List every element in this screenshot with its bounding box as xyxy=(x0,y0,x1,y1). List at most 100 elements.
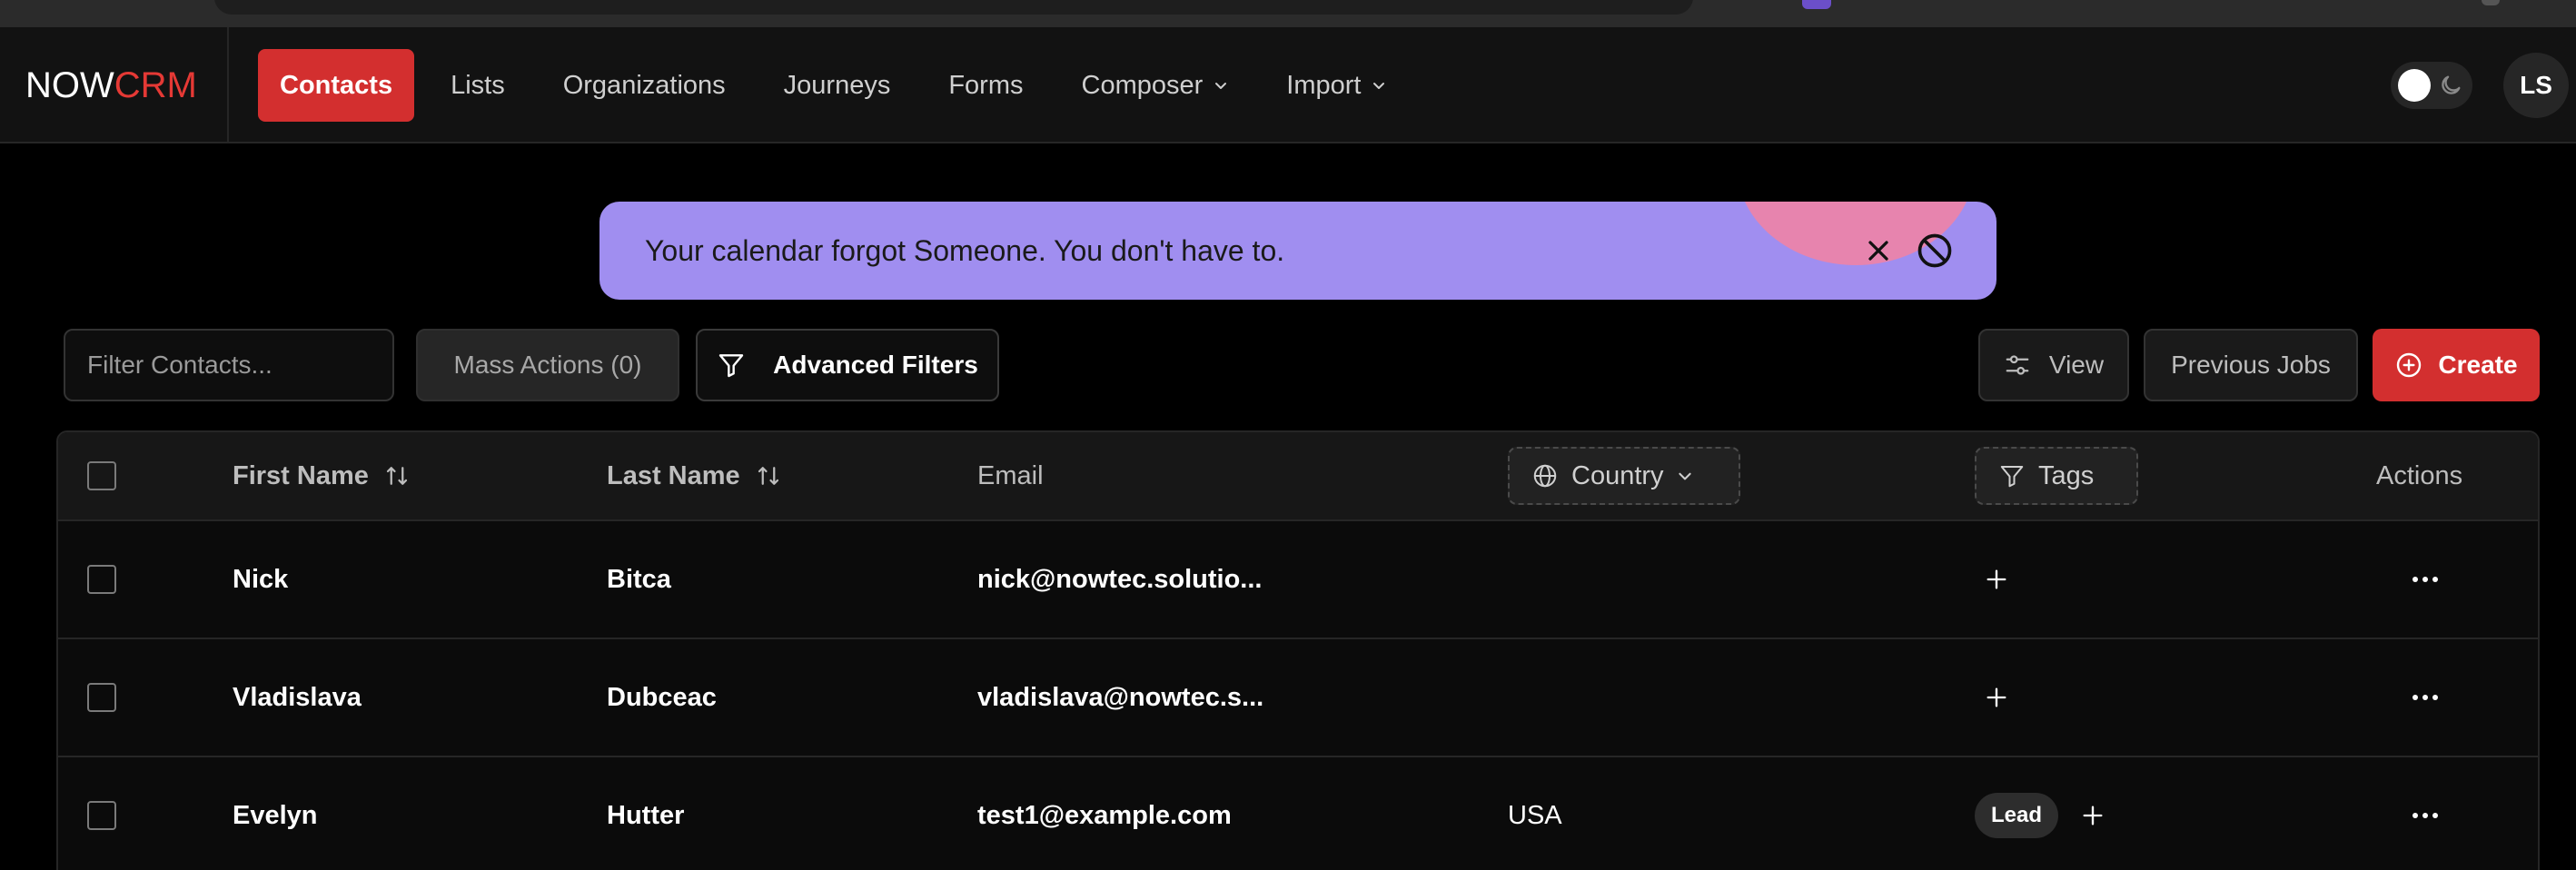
column-last-name[interactable]: Last Name xyxy=(607,432,782,519)
actions-cell xyxy=(2411,757,2440,870)
nav-item-lists[interactable]: Lists xyxy=(429,49,527,122)
nav-item-import[interactable]: Import xyxy=(1264,49,1408,122)
extension-icon[interactable] xyxy=(1802,0,1831,9)
chevron-down-icon xyxy=(1372,78,1386,93)
banner-message: Your calendar forgot Someone. You don't … xyxy=(645,234,1285,267)
row-select-cell xyxy=(87,757,116,870)
avatar-initials: LS xyxy=(2520,71,2552,99)
nav-item-label: Composer xyxy=(1081,70,1204,100)
nav-item-contacts[interactable]: Contacts xyxy=(258,49,415,122)
mass-actions-label: Mass Actions (0) xyxy=(453,351,642,379)
app-header: NOWCRM Contacts Lists Organizations Jour… xyxy=(0,27,2576,143)
theme-toggle[interactable] xyxy=(2391,62,2472,109)
chevron-down-icon xyxy=(1677,468,1693,484)
plus-circle-icon xyxy=(2394,351,2423,380)
sort-icon[interactable] xyxy=(755,462,782,489)
filter-contacts-input[interactable] xyxy=(64,329,394,401)
moon-icon xyxy=(2438,73,2463,103)
create-button[interactable]: Create xyxy=(2373,329,2540,401)
view-label: View xyxy=(2048,351,2105,379)
email-cell: nick@nowtec.solutio... xyxy=(977,564,1263,594)
select-all-cell xyxy=(87,432,116,519)
first-name-cell: Evelyn xyxy=(233,800,318,830)
last-name-cell: Dubceac xyxy=(607,682,717,712)
column-first-name[interactable]: First Name xyxy=(233,432,411,519)
header-divider xyxy=(227,27,229,143)
column-label: Last Name xyxy=(607,460,740,490)
table-row[interactable]: Vladislava Dubceac vladislava@nowtec.s..… xyxy=(58,639,2538,757)
tags-cell: Lead xyxy=(1975,757,2105,870)
column-label: Actions xyxy=(2376,460,2463,490)
nav-item-journeys[interactable]: Journeys xyxy=(762,49,913,122)
table-header: First Name Last Name Email Country Tags … xyxy=(58,432,2538,521)
nav-item-label: Organizations xyxy=(562,70,726,100)
promo-banner: Your calendar forgot Someone. You don't … xyxy=(599,202,1996,300)
logo-now-text: NOW xyxy=(25,65,114,105)
more-actions-icon[interactable] xyxy=(2411,810,2440,821)
actions-cell xyxy=(2411,521,2440,638)
nav-item-composer[interactable]: Composer xyxy=(1060,49,1251,122)
nav-item-organizations[interactable]: Organizations xyxy=(541,49,748,122)
browser-top-bar xyxy=(0,0,2576,27)
previous-jobs-label: Previous Jobs xyxy=(2171,351,2331,379)
column-email: Email xyxy=(977,432,1044,519)
column-country: Country xyxy=(1508,432,1740,519)
logo-crm-text: CRM xyxy=(114,65,197,105)
sliders-icon xyxy=(2004,351,2031,379)
table-row[interactable]: Nick Bitca nick@nowtec.solutio... xyxy=(58,521,2538,639)
filter-icon xyxy=(717,351,746,380)
more-actions-icon[interactable] xyxy=(2411,574,2440,585)
email-cell: test1@example.com xyxy=(977,800,1232,830)
advanced-filters-label: Advanced Filters xyxy=(773,351,978,379)
first-name-cell: Vladislava xyxy=(233,682,362,712)
row-checkbox[interactable] xyxy=(87,565,116,594)
toggle-knob xyxy=(2398,69,2431,102)
table-row[interactable]: Evelyn Hutter test1@example.com USA Lead xyxy=(58,757,2538,870)
app-logo[interactable]: NOWCRM xyxy=(25,65,197,106)
column-tags: Tags xyxy=(1975,432,2138,519)
row-select-cell xyxy=(87,639,116,756)
close-icon[interactable] xyxy=(1862,234,1895,272)
extension-icon[interactable] xyxy=(2482,0,2500,5)
dismiss-forever-icon[interactable] xyxy=(1915,231,1955,275)
column-label: Tags xyxy=(2038,460,2095,490)
more-actions-icon[interactable] xyxy=(2411,692,2440,703)
mass-actions-button[interactable]: Mass Actions (0) xyxy=(416,329,679,401)
advanced-filters-button[interactable]: Advanced Filters xyxy=(696,329,999,401)
row-checkbox[interactable] xyxy=(87,683,116,712)
add-tag-icon[interactable] xyxy=(2080,803,2105,828)
nav-item-label: Journeys xyxy=(783,70,891,100)
last-name-cell: Bitca xyxy=(607,564,671,594)
country-cell: USA xyxy=(1508,800,1562,830)
last-name-cell: Hutter xyxy=(607,800,685,830)
browser-address-bar[interactable] xyxy=(214,0,1693,15)
select-all-checkbox[interactable] xyxy=(87,461,116,490)
email-cell: vladislava@nowtec.s... xyxy=(977,682,1264,712)
main-nav: Contacts Lists Organizations Journeys Fo… xyxy=(258,49,1422,122)
chevron-down-icon xyxy=(1214,78,1228,93)
column-actions: Actions xyxy=(2376,432,2462,519)
user-avatar[interactable]: LS xyxy=(2503,53,2569,118)
country-filter-chip[interactable]: Country xyxy=(1508,447,1740,505)
tags-filter-chip[interactable]: Tags xyxy=(1975,447,2138,505)
globe-icon xyxy=(1531,462,1559,489)
nav-item-label: Lists xyxy=(451,70,505,100)
filter-icon xyxy=(1998,462,2026,489)
sort-icon[interactable] xyxy=(383,462,411,489)
nav-item-label: Import xyxy=(1286,70,1362,100)
column-label: Country xyxy=(1571,460,1664,490)
tag-badge[interactable]: Lead xyxy=(1975,793,2059,838)
previous-jobs-button[interactable]: Previous Jobs xyxy=(2144,329,2358,401)
row-checkbox[interactable] xyxy=(87,801,116,830)
nav-item-forms[interactable]: Forms xyxy=(926,49,1045,122)
add-tag-icon[interactable] xyxy=(1984,567,2009,592)
add-tag-icon[interactable] xyxy=(1984,685,2009,710)
nav-item-label: Forms xyxy=(948,70,1024,100)
row-select-cell xyxy=(87,521,116,638)
contacts-table: First Name Last Name Email Country Tags … xyxy=(56,430,2540,870)
first-name-cell: Nick xyxy=(233,564,289,594)
view-button[interactable]: View xyxy=(1978,329,2129,401)
tags-cell xyxy=(1984,639,2009,756)
create-label: Create xyxy=(2438,351,2518,379)
column-label: Email xyxy=(977,460,1044,490)
